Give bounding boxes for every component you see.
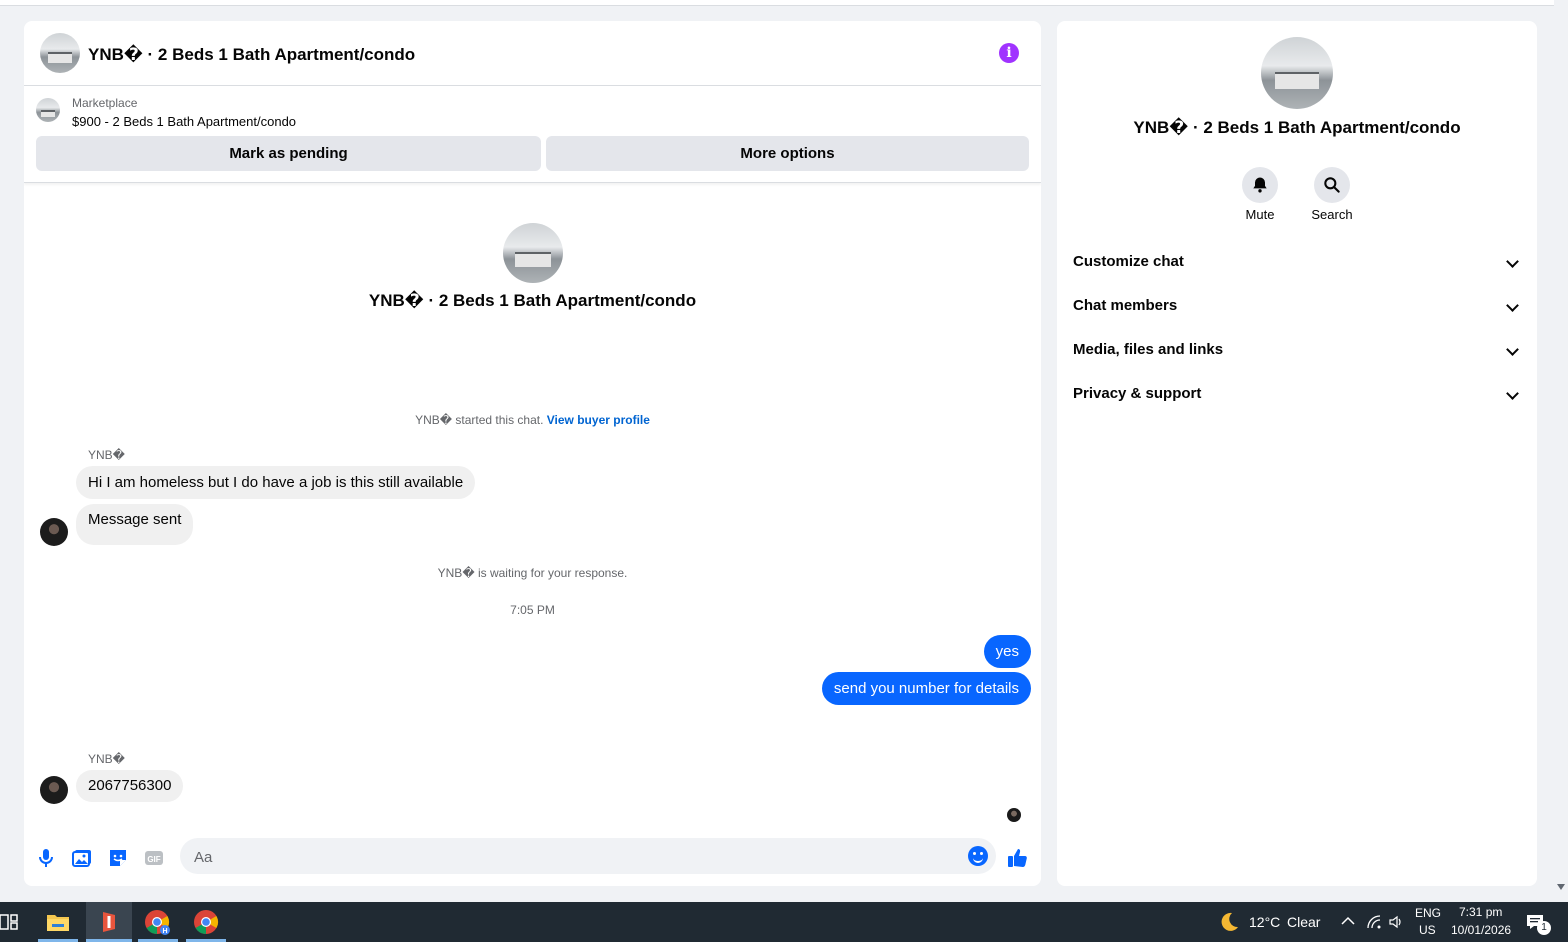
listing-title[interactable]: $900 - 2 Beds 1 Bath Apartment/condo — [72, 114, 296, 129]
side-title: YNB� · 2 Beds 1 Bath Apartment/condo — [1133, 118, 1461, 137]
page-scrollbar[interactable] — [1554, 0, 1568, 902]
section-label: Privacy & support — [1073, 385, 1202, 402]
marketplace-banner: Marketplace $900 - 2 Beds 1 Bath Apartme… — [24, 86, 1041, 183]
task-view-icon[interactable] — [0, 913, 18, 931]
section-label: Chat members — [1073, 297, 1178, 314]
moon-weather-icon[interactable] — [1218, 911, 1240, 933]
message-input[interactable] — [192, 838, 956, 876]
view-buyer-profile-link[interactable]: View buyer profile — [547, 413, 650, 427]
message-composer: GIF — [24, 834, 1041, 886]
app-icon[interactable] — [95, 908, 123, 936]
mute-label: Mute — [1245, 207, 1275, 222]
input-region[interactable]: US — [1419, 923, 1436, 937]
weather-temperature[interactable]: 12°C — [1249, 914, 1280, 930]
side-avatar[interactable] — [1261, 37, 1333, 109]
message-input-wrapper — [180, 838, 996, 876]
clock-date[interactable]: 10/01/2026 — [1451, 923, 1511, 937]
mark-as-pending-button[interactable]: Mark as pending — [36, 136, 541, 171]
section-label: Customize chat — [1073, 253, 1184, 270]
gif-icon[interactable]: GIF — [142, 846, 166, 870]
chat-info-panel: YNB� · 2 Beds 1 Bath Apartment/condo Mut… — [1057, 21, 1537, 886]
input-language[interactable]: ENG — [1415, 906, 1441, 920]
chevron-down-icon — [1506, 343, 1519, 356]
search-icon — [1324, 177, 1340, 193]
file-explorer-icon[interactable] — [44, 908, 72, 936]
photo-icon[interactable] — [70, 846, 94, 870]
chat-title[interactable]: YNB� · 2 Beds 1 Bath Apartment/condo — [88, 45, 415, 65]
incoming-message[interactable]: Message sent — [76, 504, 194, 545]
outgoing-message[interactable]: send you number for details — [821, 672, 1031, 705]
listing-thumbnail[interactable] — [36, 98, 60, 122]
chat-started-text: YNB� started this chat. — [415, 413, 547, 427]
message-timestamp: 7:05 PM — [510, 603, 555, 617]
svg-text:GIF: GIF — [147, 855, 160, 864]
chevron-down-icon — [1506, 299, 1519, 312]
intro-title: YNB� · 2 Beds 1 Bath Apartment/condo — [368, 291, 697, 310]
scroll-down-arrow-icon[interactable] — [1557, 884, 1565, 890]
incoming-message[interactable]: 2067756300 — [76, 770, 184, 802]
top-strip — [0, 0, 1568, 6]
bell-icon — [1253, 177, 1267, 193]
thumbs-up-icon[interactable] — [1006, 846, 1030, 870]
sticker-icon[interactable] — [106, 846, 130, 870]
weather-description[interactable]: Clear — [1287, 914, 1320, 930]
outgoing-message[interactable]: yes — [983, 635, 1031, 668]
privacy-support-section[interactable]: Privacy & support — [1073, 374, 1521, 414]
search-label: Search — [1311, 207, 1353, 222]
info-icon[interactable]: i — [999, 43, 1019, 63]
chrome-icon[interactable] — [192, 908, 220, 936]
clock-time[interactable]: 7:31 pm — [1459, 905, 1502, 919]
marketplace-label: Marketplace — [72, 96, 138, 110]
sender-avatar[interactable] — [40, 518, 68, 546]
more-options-button[interactable]: More options — [546, 136, 1029, 171]
chat-started-notice: YNB� started this chat. View buyer profi… — [24, 413, 1041, 427]
media-files-links-section[interactable]: Media, files and links — [1073, 330, 1521, 370]
sender-name: YNB� — [88, 448, 125, 462]
customize-chat-section[interactable]: Customize chat — [1073, 242, 1521, 282]
emoji-icon[interactable] — [968, 846, 988, 866]
chat-panel: YNB� · 2 Beds 1 Bath Apartment/condo i M… — [24, 21, 1041, 886]
incoming-message[interactable]: Hi I am homeless but I do have a job is … — [76, 466, 476, 499]
wifi-icon[interactable] — [1366, 914, 1382, 930]
chat-members-section[interactable]: Chat members — [1073, 286, 1521, 326]
chat-avatar[interactable] — [40, 33, 80, 73]
sender-name: YNB� — [88, 752, 125, 766]
svg-text:H: H — [162, 928, 167, 935]
windows-taskbar: H 12°C Clear ENG US 7:31 pm 10/01/2026 1 — [0, 902, 1568, 942]
chevron-up-icon[interactable] — [1341, 916, 1355, 926]
notification-count-badge: 1 — [1537, 921, 1551, 935]
chevron-down-icon — [1506, 255, 1519, 268]
chrome-profile-h-icon[interactable]: H — [143, 908, 171, 936]
chat-header: YNB� · 2 Beds 1 Bath Apartment/condo i — [24, 21, 1041, 86]
mute-button[interactable] — [1242, 167, 1278, 203]
chevron-down-icon — [1506, 387, 1519, 400]
section-label: Media, files and links — [1073, 341, 1224, 358]
search-button[interactable] — [1314, 167, 1350, 203]
waiting-notice: YNB� is waiting for your response. — [437, 566, 628, 580]
volume-icon[interactable] — [1388, 914, 1404, 930]
intro-avatar — [503, 223, 563, 283]
microphone-icon[interactable] — [34, 846, 58, 870]
seen-receipt-avatar — [1007, 808, 1021, 822]
sender-avatar[interactable] — [40, 776, 68, 804]
